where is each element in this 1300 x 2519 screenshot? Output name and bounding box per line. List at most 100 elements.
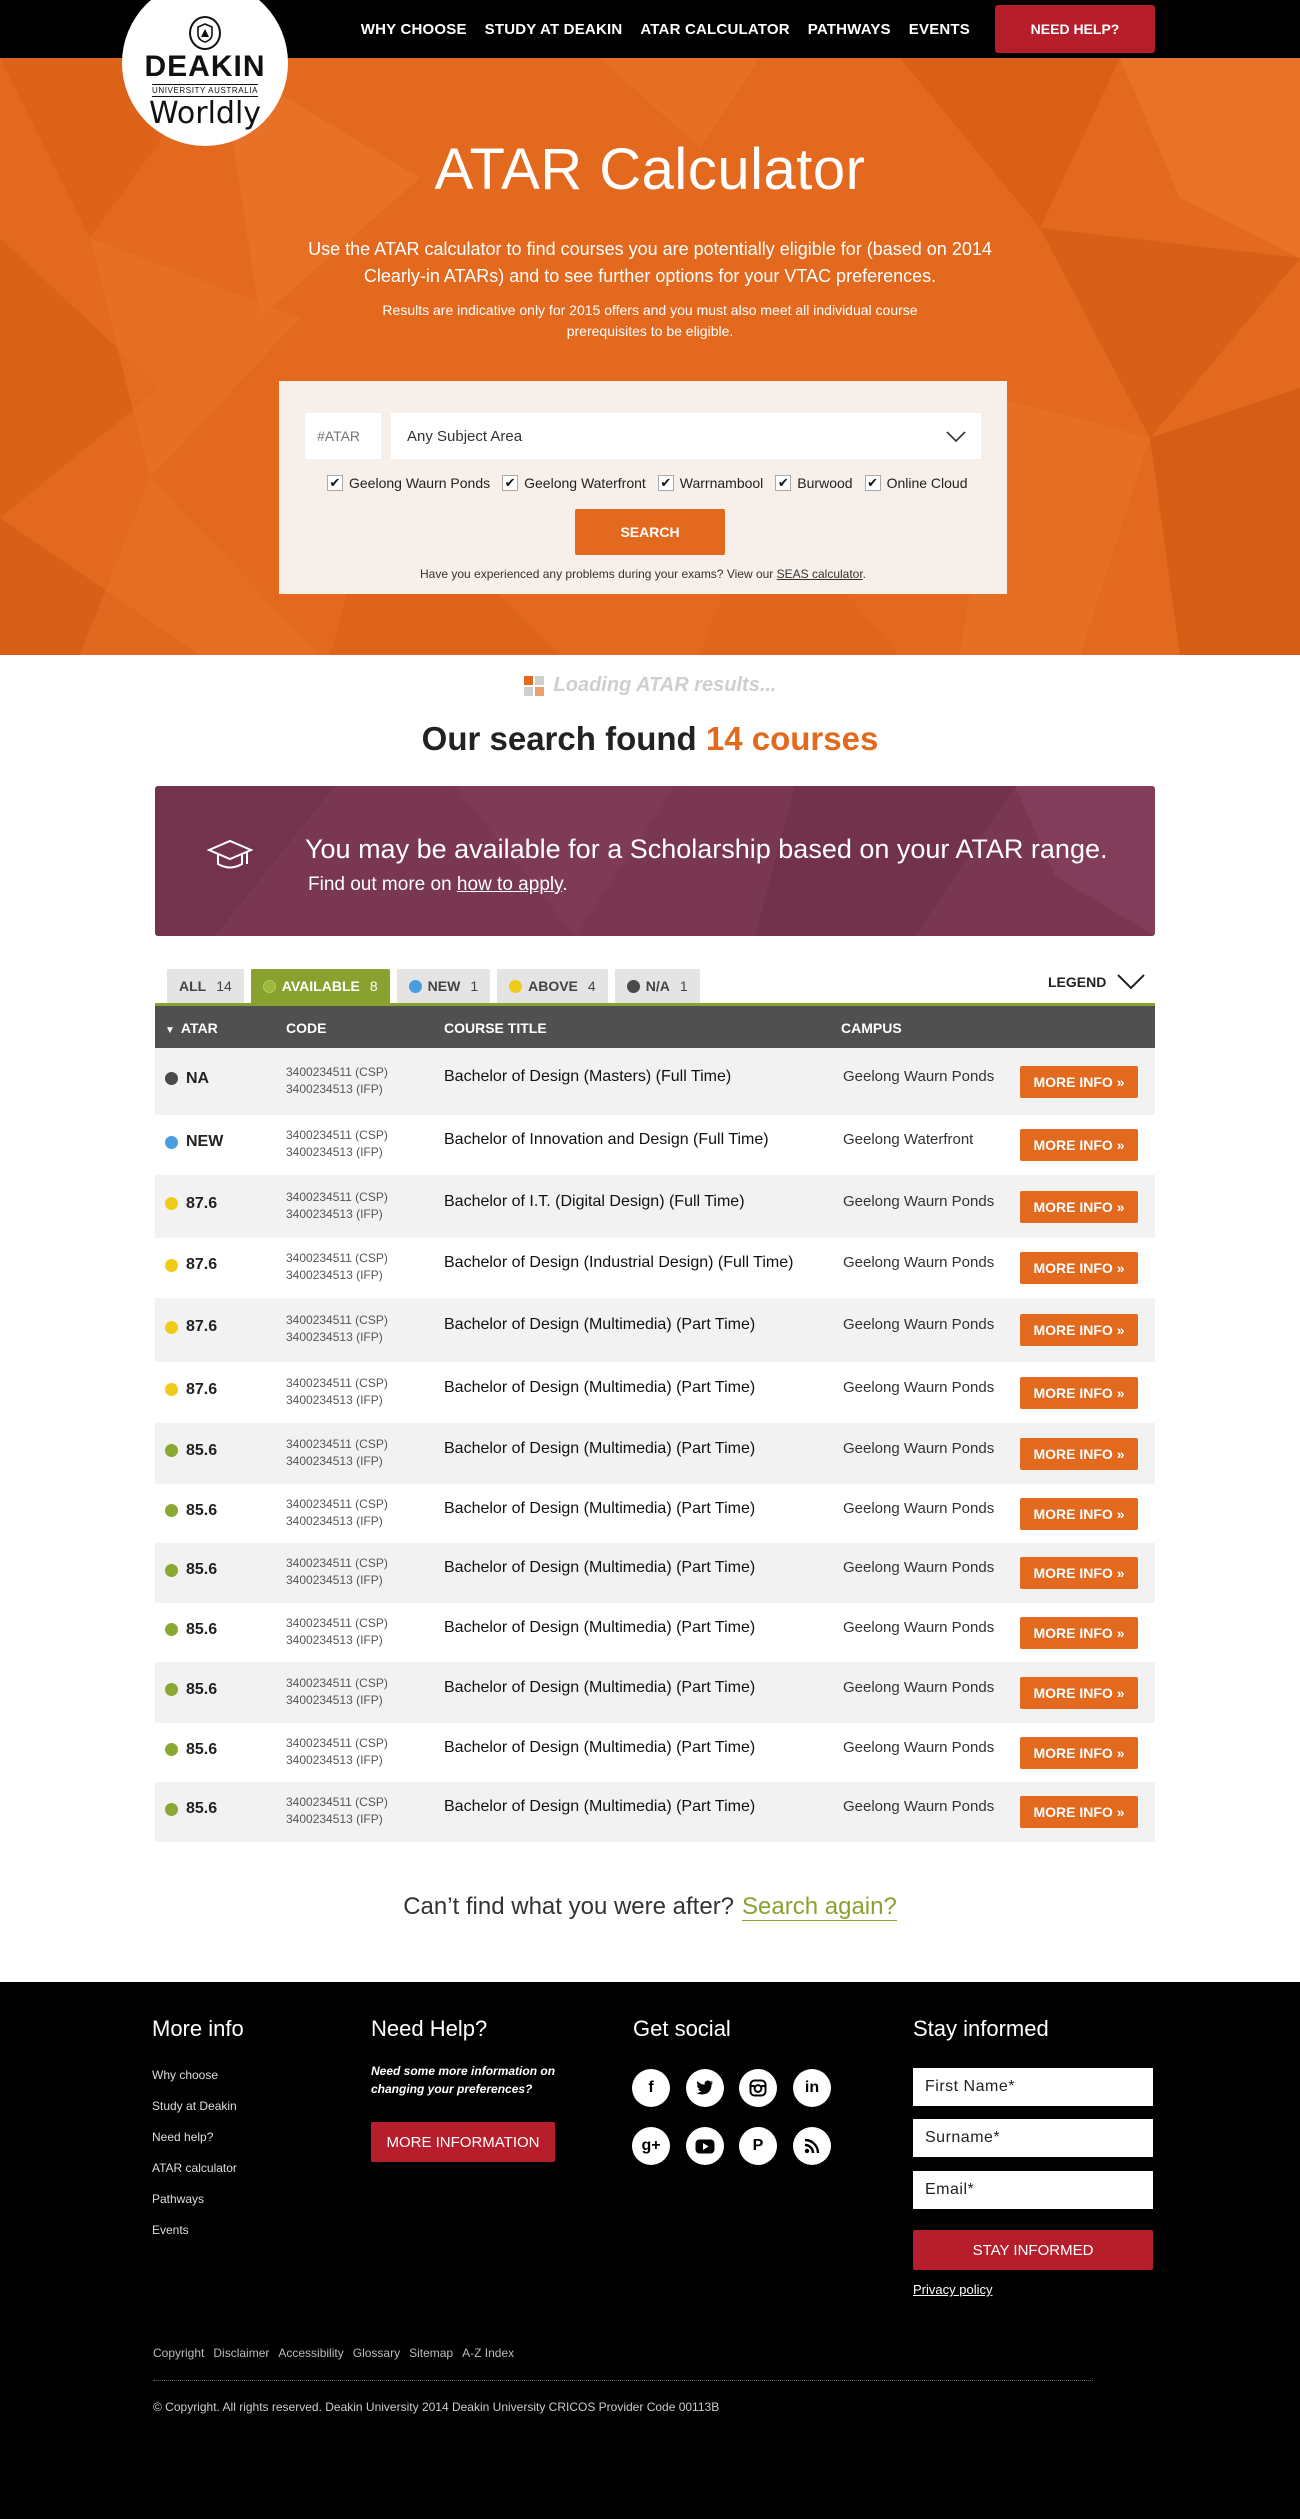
pinterest-icon[interactable]: P — [739, 2127, 777, 2165]
graduation-cap-icon — [207, 839, 253, 869]
atar-column-header[interactable]: ▼ ATAR — [165, 1020, 218, 1036]
filter-tabs: ALL 14 AVAILABLE 8 NEW 1 ABOVE 4 N/A 1 — [167, 969, 700, 1003]
rss-icon[interactable] — [793, 2127, 831, 2165]
campus-cell: Geelong Waurn Ponds — [843, 1378, 995, 1396]
course-title-cell: Bachelor of Design (Multimedia) (Part Ti… — [444, 1316, 756, 1333]
nav-atar-calculator[interactable]: ATAR CALCULATOR — [640, 21, 789, 38]
twitter-icon[interactable] — [686, 2069, 724, 2107]
more-info-button[interactable]: MORE INFO » — [1020, 1497, 1138, 1530]
hero-section: ATAR Calculator Use the ATAR calculator … — [0, 58, 1300, 655]
surname-field[interactable]: Surname* — [913, 2119, 1153, 2157]
checkbox-checked-icon[interactable]: ✔ — [864, 475, 881, 491]
footer-link-events[interactable]: Events — [152, 2223, 189, 2237]
nav-why-choose[interactable]: WHY CHOOSE — [361, 21, 467, 38]
checkbox-checked-icon[interactable]: ✔ — [327, 475, 343, 491]
table-row: 87.6 3400234511 (CSP) 3400234513 (IFP) Bach… — [155, 1175, 1155, 1238]
more-info-button[interactable]: MORE INFO » — [1020, 1376, 1138, 1409]
more-info-button[interactable]: MORE INFO » — [1020, 1796, 1138, 1828]
nav-events[interactable]: EVENTS — [909, 21, 970, 38]
campus-cell: Geelong Waterfront — [843, 1131, 974, 1148]
more-info-button[interactable]: MORE INFO » — [1020, 1314, 1138, 1346]
checkbox-checked-icon[interactable]: ✔ — [657, 475, 674, 491]
campus-cell: Geelong Waurn Ponds — [843, 1559, 995, 1576]
code-cell: 3400234511 (CSP) 3400234513 (IFP) — [286, 1556, 388, 1587]
logo-name: DEAKIN — [144, 49, 266, 83]
tab-all[interactable]: ALL 14 — [167, 969, 244, 1003]
footer-link-need-help[interactable]: Need help? — [152, 2130, 213, 2144]
campus-warrnambool[interactable]: ✔ Warrnambool — [657, 475, 763, 491]
code-cell: 3400234511 (CSP) 3400234513 (IFP) — [286, 1735, 388, 1767]
need-help-button[interactable]: NEED HELP? — [995, 5, 1155, 53]
hero-subtitle: Use the ATAR calculator to find courses … — [308, 239, 992, 286]
footer-link-pathways[interactable]: Pathways — [152, 2192, 204, 2206]
more-info-button[interactable]: MORE INFO » — [1020, 1676, 1138, 1709]
campus-geelong-waurn-ponds[interactable]: ✔ Geelong Waurn Ponds — [327, 475, 490, 491]
footer: More info Why choose Study at Deakin Nee… — [0, 1982, 1300, 2519]
linkedin-icon[interactable]: in — [793, 2069, 831, 2107]
code-cell: 3400234511 (CSP) 3400234513 (IFP) — [286, 1436, 388, 1468]
atar-input[interactable] — [305, 413, 381, 459]
tab-above[interactable]: ABOVE 4 — [497, 969, 608, 1003]
status-dot-icon — [165, 1623, 178, 1636]
youtube-icon[interactable] — [686, 2127, 724, 2165]
footer-link-why-choose[interactable]: Why choose — [152, 2068, 218, 2082]
first-name-field[interactable]: First Name* — [913, 2068, 1153, 2106]
instagram-icon[interactable] — [739, 2069, 777, 2107]
atar-cell: NA — [165, 1070, 209, 1088]
footer-link-atar-calculator[interactable]: ATAR calculator — [152, 2161, 237, 2175]
search-again-link[interactable]: Search again? — [742, 1893, 897, 1921]
page-title: ATAR Calculator — [434, 137, 866, 202]
footer-link-study-at-deakin[interactable]: Study at Deakin — [152, 2099, 237, 2113]
campus-cell: Geelong Waurn Ponds — [843, 1618, 995, 1636]
more-info-button[interactable]: MORE INFO » — [1020, 1252, 1138, 1284]
scholarship-title: You may be available for a Scholarship b… — [305, 834, 1108, 864]
main-nav: WHY CHOOSE STUDY AT DEAKIN ATAR CALCULAT… — [361, 0, 970, 58]
nav-pathways[interactable]: PATHWAYS — [808, 21, 891, 38]
more-info-button[interactable]: MORE INFO » — [1020, 1616, 1138, 1649]
more-info-button[interactable]: MORE INFO » — [1020, 1190, 1138, 1223]
checkbox-checked-icon[interactable]: ✔ — [775, 475, 792, 491]
atar-cell: 85.6 — [165, 1681, 217, 1699]
stay-informed-button[interactable]: STAY INFORMED — [913, 2230, 1153, 2270]
how-to-apply-link[interactable]: how to apply — [457, 874, 562, 895]
campus-burwood[interactable]: ✔ Burwood — [775, 475, 853, 491]
seas-calculator-link[interactable]: SEAS calculator — [777, 567, 863, 581]
legal-link-sitemap[interactable]: Sitemap — [409, 2346, 453, 2360]
campus-online-cloud[interactable]: ✔ Online Cloud — [864, 475, 968, 491]
results-table-header: ▼ ATAR CODE COURSE TITLE CAMPUS — [155, 1006, 1155, 1048]
tab-available[interactable]: AVAILABLE 8 — [250, 969, 390, 1003]
facebook-icon[interactable]: f — [632, 2069, 670, 2107]
google-plus-icon[interactable]: g+ — [632, 2127, 670, 2165]
more-info-button[interactable]: MORE INFO » — [1020, 1065, 1138, 1098]
nav-study-at-deakin[interactable]: STUDY AT DEAKIN — [485, 21, 623, 38]
more-info-button[interactable]: MORE INFO » — [1020, 1437, 1138, 1470]
legend-toggle[interactable]: LEGEND — [1048, 972, 1146, 992]
code-cell: 3400234511 (CSP) 3400234513 (IFP) — [286, 1375, 388, 1407]
campus-cell: Geelong Waurn Ponds — [843, 1192, 995, 1210]
email-field[interactable]: Email* — [913, 2171, 1153, 2209]
subject-area-select[interactable]: Any Subject Area — [391, 413, 981, 459]
campus-cell: Geelong Waurn Ponds — [843, 1254, 995, 1271]
checkbox-checked-icon[interactable]: ✔ — [502, 475, 519, 491]
footer-social-heading: Get social — [633, 2016, 731, 2041]
more-info-button[interactable]: MORE INFO » — [1020, 1557, 1138, 1589]
footer-need-help-heading: Need Help? — [371, 2016, 488, 2041]
legal-link-az-index[interactable]: A-Z Index — [462, 2346, 514, 2360]
search-button[interactable]: SEARCH — [575, 509, 725, 555]
tab-new[interactable]: NEW 1 — [396, 969, 491, 1003]
more-info-button[interactable]: MORE INFO » — [1020, 1736, 1138, 1769]
table-row: 85.6 3400234511 (CSP) 3400234513 (IFP) Bach… — [155, 1484, 1155, 1543]
privacy-policy-link[interactable]: Privacy policy — [913, 2282, 992, 2297]
tab-na[interactable]: N/A 1 — [614, 969, 700, 1003]
more-info-button[interactable]: MORE INFO » — [1020, 1129, 1138, 1161]
atar-cell: 87.6 — [165, 1318, 217, 1336]
na-dot-icon — [626, 979, 640, 993]
campus-geelong-waterfront[interactable]: ✔ Geelong Waterfront — [502, 475, 646, 491]
legal-link-disclaimer[interactable]: Disclaimer — [213, 2346, 269, 2360]
legal-link-accessibility[interactable]: Accessibility — [278, 2346, 343, 2360]
code-cell: 3400234511 (CSP) 3400234513 (IFP) — [286, 1189, 388, 1221]
legal-link-glossary[interactable]: Glossary — [353, 2346, 400, 2360]
more-information-button[interactable]: MORE INFORMATION — [371, 2122, 555, 2162]
legal-link-copyright[interactable]: Copyright — [153, 2346, 204, 2360]
status-dot-icon — [165, 1444, 178, 1457]
